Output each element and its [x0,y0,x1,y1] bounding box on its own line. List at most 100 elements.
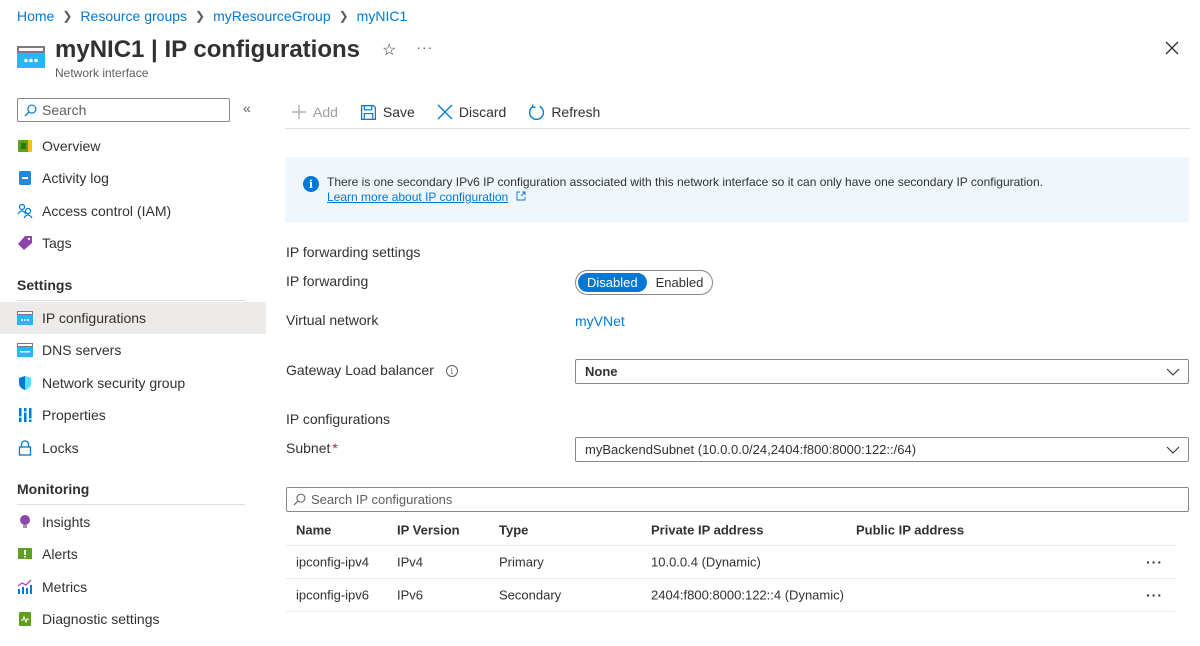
sidebar-item-ip-configurations[interactable]: IP configurations [0,302,266,334]
ip-configurations-heading: IP configurations [286,411,391,427]
info-message: There is one secondary IPv6 IP configura… [327,175,1043,189]
menu-search[interactable] [17,98,230,122]
sidebar-item-network-security-group[interactable]: Network security group [0,367,266,399]
save-icon [360,104,376,120]
sidebar-item-label: Overview [42,138,101,154]
column-header-type[interactable]: Type [499,522,528,537]
refresh-button[interactable]: Refresh [522,104,600,121]
sidebar-item-label: Access control (IAM) [42,203,172,219]
row-more-actions-icon[interactable]: ··· [1146,587,1163,603]
search-icon [24,104,37,117]
command-bar: Add Save Discard Refresh [285,96,1190,129]
breadcrumb-home[interactable]: Home [17,8,54,24]
sidebar-item-label: IP configurations [42,310,147,326]
network-interface-icon [17,46,45,68]
blade-title: IP configurations [164,36,361,63]
breadcrumb-resource-group[interactable]: myResourceGroup [213,8,331,24]
ip-configurations-table: Name IP Version Type Private IP address … [286,514,1175,612]
gateway-lb-value: None [585,364,618,379]
table-row[interactable]: ipconfig-ipv6 IPv6 Secondary 2404:f800:8… [286,579,1175,612]
sidebar-item-properties[interactable]: Properties [0,399,266,431]
title-separator: | [144,36,165,63]
sidebar-item-activity-log[interactable]: Activity log [0,162,266,194]
breadcrumb-resource-groups[interactable]: Resource groups [80,8,187,24]
virtual-network-link[interactable]: myVNet [575,313,625,329]
shield-icon [17,375,33,391]
discard-label: Discard [458,104,507,120]
sidebar-item-diagnostic-settings[interactable]: Diagnostic settings [0,603,266,635]
subnet-label-wrap: Subnet * [286,440,338,456]
overview-icon [17,138,33,154]
star-icon[interactable]: ☆ [382,40,396,60]
chevron-right-icon: ❯ [62,9,73,23]
sidebar-item-metrics[interactable]: Metrics [0,571,266,603]
ip-forwarding-disabled-option[interactable]: Disabled [578,273,647,292]
subnet-dropdown[interactable]: myBackendSubnet (10.0.0.0/24,2404:f800:8… [575,437,1189,462]
row-more-actions-icon[interactable]: ··· [1146,554,1163,570]
sidebar-item-overview[interactable]: Overview [0,130,266,162]
discard-icon [437,104,453,120]
ip-config-search[interactable] [286,487,1189,512]
column-header-private-ip[interactable]: Private IP address [651,522,764,537]
discard-button[interactable]: Discard [431,104,506,120]
cell-private-ip: 2404:f800:8000:122::4 (Dynamic) [651,587,844,603]
lock-icon [17,440,33,456]
sidebar-item-alerts[interactable]: Alerts [0,538,266,570]
chevron-right-icon: ❯ [338,9,349,23]
subnet-label: Subnet [286,440,331,456]
cell-name: ipconfig-ipv6 [296,587,369,603]
properties-icon [17,407,33,423]
cell-type: Primary [499,554,544,570]
sidebar-item-label: Diagnostic settings [42,611,160,627]
cell-type: Secondary [499,587,562,603]
sidebar-item-locks[interactable]: Locks [0,432,266,464]
page-title: myNIC1 | IP configurations [55,34,360,66]
sidebar-item-label: Activity log [42,170,109,186]
column-header-ip-version[interactable]: IP Version [397,522,460,537]
sidebar-item-dns-servers[interactable]: DNS servers [0,334,266,366]
breadcrumb: Home ❯ Resource groups ❯ myResourceGroup… [17,8,407,24]
breadcrumb-nic[interactable]: myNIC1 [357,8,408,24]
section-divider [17,300,245,301]
info-message-bar: i There is one secondary IPv6 IP configu… [285,157,1189,222]
learn-more-link[interactable]: Learn more about IP configuration [327,190,508,204]
add-icon [292,105,306,119]
table-row[interactable]: ipconfig-ipv4 IPv4 Primary 10.0.0.4 (Dyn… [286,546,1175,579]
virtual-network-label: Virtual network [286,312,379,328]
sidebar-item-tags[interactable]: Tags [0,227,266,259]
info-icon: i [303,176,319,192]
section-monitoring: Monitoring [17,481,90,497]
chevron-down-icon [1166,446,1180,454]
chevron-down-icon [1166,368,1180,376]
menu-search-input[interactable] [42,102,212,118]
ellipsis-icon[interactable]: ··· [416,39,433,55]
sidebar-item-label: Alerts [42,546,78,562]
add-button[interactable]: Add [285,104,338,120]
ip-configurations-icon [17,310,33,326]
ip-forwarding-enabled-option[interactable]: Enabled [647,273,713,292]
resource-type-subtitle: Network interface [55,66,149,80]
sidebar-item-access-control[interactable]: Access control (IAM) [0,195,266,227]
activity-log-icon [17,170,33,186]
ip-config-search-input[interactable] [311,492,811,507]
sidebar-item-insights[interactable]: Insights [0,506,266,538]
sidebar-item-label: Network security group [42,375,186,391]
refresh-label: Refresh [551,104,601,120]
add-label: Add [313,104,338,120]
chevron-right-icon: ❯ [195,9,206,23]
cell-private-ip: 10.0.0.4 (Dynamic) [651,554,761,570]
close-icon[interactable] [1164,40,1180,56]
sidebar-item-label: Properties [42,407,106,423]
collapse-menu-icon[interactable]: « [243,100,251,116]
info-tooltip-icon[interactable]: i [445,365,458,378]
sidebar-item-label: Insights [42,514,91,530]
gateway-lb-dropdown[interactable]: None [575,359,1189,384]
table-header-row: Name IP Version Type Private IP address … [286,514,1175,546]
save-button[interactable]: Save [354,104,415,121]
column-header-public-ip[interactable]: Public IP address [856,522,964,537]
section-settings: Settings [17,277,73,293]
column-header-name[interactable]: Name [296,522,331,537]
gateway-lb-label-wrap: Gateway Load balancer i [286,362,458,378]
refresh-icon [529,104,545,120]
cell-ip-version: IPv4 [397,554,424,570]
